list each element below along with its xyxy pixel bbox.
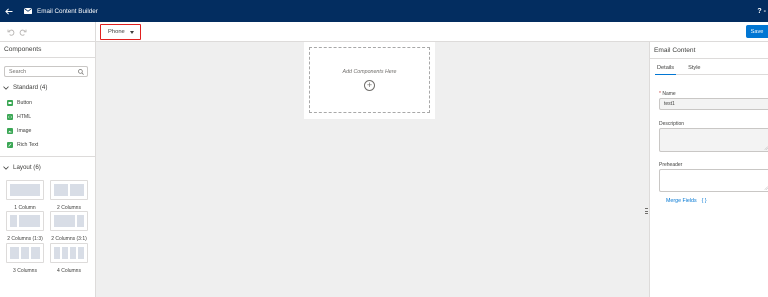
description-label: Description: [659, 121, 685, 127]
name-field-value: test1: [664, 101, 675, 107]
layout-1-column[interactable]: 1 Column: [6, 180, 44, 211]
component-rich-text[interactable]: Rich Text: [7, 142, 38, 148]
back-button[interactable]: [1, 0, 17, 22]
layout-2-columns-1-3[interactable]: 2 Columns (1:3): [6, 211, 44, 242]
panel-divider: [650, 58, 768, 59]
toolbar-divider: [95, 22, 96, 42]
search-icon: [78, 69, 84, 75]
preheader-field[interactable]: [659, 169, 768, 192]
undo-icon: [7, 29, 15, 36]
layout-4-columns[interactable]: 4 Columns: [50, 243, 88, 274]
component-button[interactable]: Button: [7, 100, 32, 106]
standard-section-label: Standard (4): [13, 84, 48, 91]
chevron-down-icon: [3, 165, 9, 170]
name-label-text: Name: [662, 91, 676, 97]
components-title: Components: [4, 46, 42, 53]
component-drop-zone[interactable]: Add Components Here +: [309, 47, 430, 113]
rich-text-icon: [7, 142, 13, 148]
app-header: Email Content Builder ? -: [0, 0, 768, 22]
properties-title: Email Content: [654, 47, 696, 54]
search-input[interactable]: Search: [4, 66, 88, 77]
search-placeholder: Search: [9, 68, 27, 75]
layout-thumbnail: [50, 211, 88, 231]
email-canvas: Add Components Here +: [96, 42, 647, 297]
device-preview-value: Phone: [108, 29, 125, 35]
layout-thumbnail: [50, 180, 88, 200]
drop-hint: Add Components Here: [342, 69, 397, 75]
merge-fields-label: Merge Fields: [666, 198, 697, 204]
properties-tabs: Details Style: [655, 64, 768, 75]
name-field[interactable]: test1: [659, 98, 768, 110]
panel-resize-handle[interactable]: [645, 208, 648, 214]
builder-toolbar: Phone Save: [0, 22, 768, 42]
resize-grip-icon: [764, 146, 768, 150]
layout-thumbnail: [6, 211, 44, 231]
image-icon: [7, 128, 13, 134]
resize-grip-icon: [764, 186, 768, 190]
description-field[interactable]: [659, 128, 768, 152]
section-divider: [0, 156, 96, 157]
app-title: Email Content Builder: [37, 7, 98, 15]
help-button[interactable]: ?: [757, 8, 761, 15]
standard-section-toggle[interactable]: Standard (4): [3, 84, 47, 91]
button-component-icon: [7, 100, 13, 106]
layout-2-columns[interactable]: 2 Columns: [50, 180, 88, 211]
component-html[interactable]: HTML: [7, 114, 31, 120]
preheader-label: Preheader: [659, 162, 683, 168]
component-image[interactable]: Image: [7, 128, 31, 134]
layout-thumbnail: [50, 243, 88, 263]
layout-2-columns-3-1[interactable]: 2 Columns (3:1): [50, 211, 88, 242]
layout-label: 4 Columns: [57, 268, 81, 274]
layout-thumbnail: [6, 180, 44, 200]
add-component-icon[interactable]: +: [364, 80, 375, 91]
merge-fields-icon: { }: [701, 198, 707, 204]
redo-icon: [19, 29, 27, 36]
device-preview-select[interactable]: Phone: [100, 24, 141, 40]
merge-fields-link[interactable]: Merge Fields { }: [666, 198, 707, 204]
component-label: HTML: [17, 114, 32, 120]
component-label: Button: [17, 100, 32, 106]
components-panel: Components Search Standard (4) Button HT…: [0, 42, 96, 297]
required-marker: *: [659, 91, 661, 97]
chevron-down-icon: [3, 85, 9, 90]
layout-section-label: Layout (6): [13, 164, 41, 171]
properties-panel: Email Content Details Style * Name test1…: [649, 42, 768, 297]
more-button[interactable]: -: [764, 8, 766, 15]
tab-details[interactable]: Details: [655, 64, 677, 75]
email-icon: [24, 8, 32, 14]
layout-thumbnail: [6, 243, 44, 263]
layout-label: 3 Columns: [13, 268, 37, 274]
panel-divider: [0, 57, 96, 58]
chevron-down-icon: [129, 30, 134, 34]
component-label: Image: [17, 128, 32, 134]
email-body: Add Components Here +: [304, 42, 435, 119]
layout-3-columns[interactable]: 3 Columns: [6, 243, 44, 274]
arrow-left-icon: [5, 7, 13, 15]
component-label: Rich Text: [17, 142, 39, 148]
layout-label: 2 Columns (3:1): [51, 236, 87, 242]
undo-button[interactable]: [6, 27, 16, 37]
tab-style[interactable]: Style: [686, 64, 702, 75]
name-label: * Name: [659, 91, 676, 97]
code-icon: [7, 114, 13, 120]
layout-section-toggle[interactable]: Layout (6): [3, 164, 41, 171]
layout-label: 2 Columns (1:3): [7, 236, 43, 242]
save-button[interactable]: Save: [746, 25, 768, 38]
redo-button[interactable]: [18, 27, 28, 37]
